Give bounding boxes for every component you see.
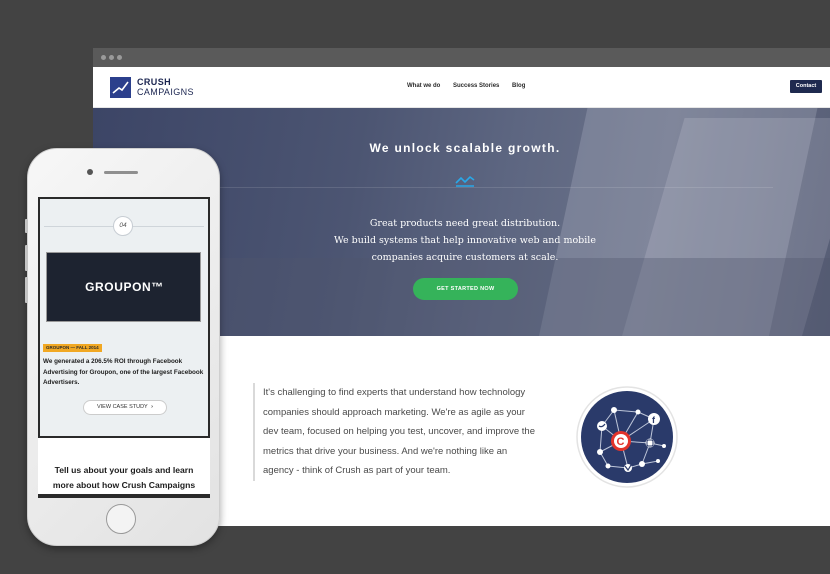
twitter-icon bbox=[597, 421, 607, 431]
phone-volume-down bbox=[25, 277, 28, 303]
window-dot bbox=[117, 55, 122, 60]
site-nav: CRUSH CAMPAIGNS What we do Success Stori… bbox=[93, 67, 830, 108]
view-case-study-button[interactable]: VIEW CASE STUDY › bbox=[83, 400, 167, 415]
groupon-logo: GROUPON™ bbox=[85, 280, 164, 294]
network-node bbox=[597, 449, 603, 455]
network-node bbox=[635, 409, 641, 415]
logo-line-1: CRUSH bbox=[137, 77, 172, 87]
contact-prompt-line: Tell us about your goals and learn bbox=[54, 465, 194, 475]
network-node bbox=[611, 407, 617, 413]
network-node bbox=[656, 459, 660, 463]
nav-item-what-we-do[interactable]: What we do bbox=[407, 83, 440, 89]
nav-item-success-stories[interactable]: Success Stories bbox=[453, 83, 499, 89]
logo-mark-icon bbox=[110, 77, 131, 98]
case-study-card: 04 GROUPON™ GROUPON — FALL 2014 We gener… bbox=[38, 197, 210, 438]
phone-camera bbox=[87, 169, 93, 175]
screen-bottom-edge bbox=[38, 494, 210, 498]
network-node bbox=[662, 444, 666, 448]
intro-quote-line: companies should approach marketing. We'… bbox=[263, 406, 525, 418]
logo-line-2: CAMPAIGNS bbox=[137, 87, 194, 97]
window-dot bbox=[109, 55, 114, 60]
intro-quote: It's challenging to find experts that un… bbox=[253, 383, 543, 481]
site-logo[interactable]: CRUSH CAMPAIGNS bbox=[110, 77, 230, 99]
view-case-study-label: VIEW CASE STUDY bbox=[96, 404, 148, 410]
network-node bbox=[639, 461, 645, 467]
network-node bbox=[605, 463, 611, 469]
get-started-button[interactable]: GET STARTED NOW bbox=[413, 278, 518, 300]
case-number: 04 bbox=[113, 216, 133, 236]
nav-links: What we do Success Stories Blog bbox=[407, 83, 536, 89]
intro-quote-line: dev team, focused on helping you test, u… bbox=[263, 426, 535, 437]
contact-prompt-line: more about how Crush Campaigns bbox=[52, 480, 196, 490]
phone-speaker bbox=[104, 171, 138, 174]
logo-text: CRUSH CAMPAIGNS bbox=[137, 78, 194, 97]
home-button[interactable] bbox=[106, 504, 136, 534]
contact-button[interactable]: Contact bbox=[790, 80, 822, 93]
phone-volume-up bbox=[25, 245, 28, 271]
contact-prompt: Tell us about your goals and learn more … bbox=[38, 463, 210, 493]
intro-quote-line: It's challenging to find experts that un… bbox=[263, 387, 526, 398]
crush-logo-node: C bbox=[611, 431, 631, 451]
phone-screen: 04 GROUPON™ GROUPON — FALL 2014 We gener… bbox=[38, 197, 210, 498]
phone-mute-switch bbox=[25, 219, 28, 233]
network-center-letter: C bbox=[617, 436, 625, 448]
intro-quote-line: agency - think of Crush as part of your … bbox=[263, 465, 451, 476]
case-tag: GROUPON — FALL 2014 bbox=[43, 344, 102, 352]
growth-chart-icon bbox=[455, 175, 475, 187]
nav-item-blog[interactable]: Blog bbox=[512, 83, 525, 89]
intro-quote-line: metrics that drive your business. And we… bbox=[263, 445, 508, 457]
browser-title-bar bbox=[93, 48, 830, 67]
chevron-right-icon: › bbox=[151, 404, 153, 410]
case-description: We generated a 206.5% ROI through Facebo… bbox=[43, 358, 204, 386]
groupon-banner: GROUPON™ bbox=[46, 252, 201, 322]
window-dot bbox=[101, 55, 106, 60]
phone-mockup: 04 GROUPON™ GROUPON — FALL 2014 We gener… bbox=[25, 148, 220, 546]
network-illustration: f C bbox=[576, 386, 678, 488]
